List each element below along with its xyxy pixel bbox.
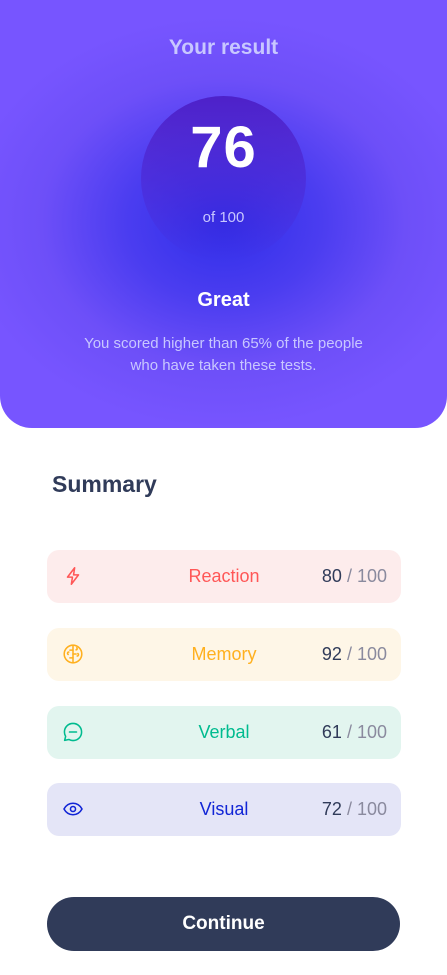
summary-row-reaction: Reaction 80 / 100 [47, 550, 401, 603]
summary-row-score: 61 / 100 [322, 722, 387, 743]
result-title: Your result [168, 36, 279, 59]
score-max: / 100 [341, 722, 387, 742]
score-max-label: of 100 [202, 209, 245, 226]
score-max: / 100 [341, 644, 387, 664]
summary-row-score: 92 / 100 [322, 644, 387, 665]
score-value: 76 [190, 115, 257, 180]
score-value: 72 [321, 799, 342, 819]
results-summary-page: Your result 76 of 100 Great You scored h… [0, 0, 447, 975]
score-max: / 100 [341, 799, 387, 819]
summary-row-verbal: Verbal 61 / 100 [47, 706, 401, 759]
summary-row-score: 80 / 100 [322, 566, 387, 587]
summary-row-memory: Memory 92 / 100 [47, 628, 401, 681]
summary-heading: Summary [52, 471, 157, 497]
summary-row-score: 72 / 100 [322, 799, 387, 820]
continue-button[interactable]: Continue [47, 897, 400, 951]
result-description: You scored higher than 65% of the people… [84, 335, 363, 374]
score-value: 92 [321, 644, 342, 664]
score-value: 80 [321, 566, 342, 586]
score-value: 61 [321, 722, 342, 742]
result-card: Your result 76 of 100 Great You scored h… [0, 0, 447, 428]
rating-label: Great [197, 289, 250, 311]
summary-row-visual: Visual 72 / 100 [47, 783, 401, 836]
score-max: / 100 [341, 566, 387, 586]
